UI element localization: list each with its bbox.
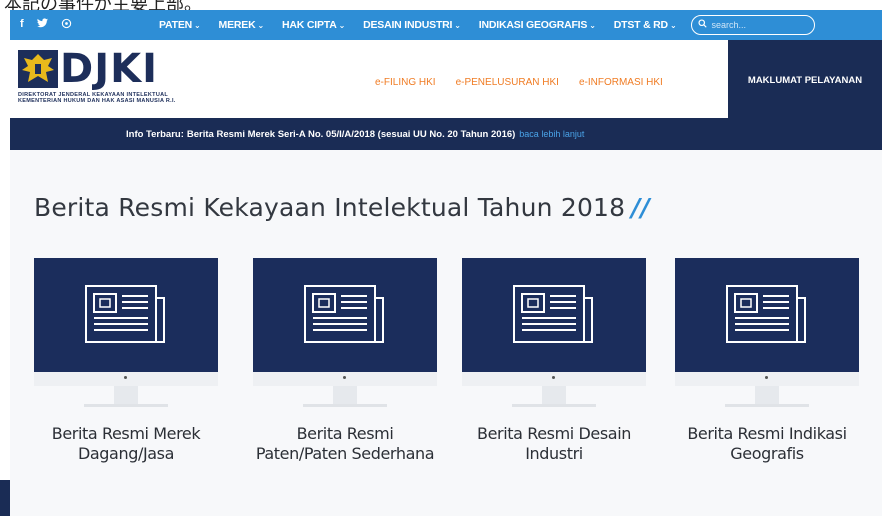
menu-label: DESAIN INDUSTRI [363,19,453,31]
monitor-screen [675,258,859,372]
logo-mark: DJKI [18,46,176,92]
menu-item-paten[interactable]: PATEN ⌄ [150,19,210,31]
newspaper-icon [726,285,806,343]
newspaper-icon [513,285,593,343]
menu-label: HAK CIPTA [281,19,337,31]
card-label-line1: Berita Resmi Desain [477,424,631,443]
eservice-links: e-FILING HKI e-PENELUSURAN HKI e-INFORMA… [375,77,663,88]
card-paten[interactable]: Berita Resmi Paten/Paten Sederhana [253,258,437,464]
card-desain-industri[interactable]: Berita Resmi Desain Industri [462,258,646,464]
epenelusuran-link[interactable]: e-PENELUSURAN HKI [456,77,559,88]
chevron-down-icon: ⌄ [454,21,461,30]
whatsapp-icon[interactable] [61,18,72,32]
menu-item-dtst-rd[interactable]: DTST & RD ⌄ [605,19,686,31]
main-menu: PATEN ⌄ MEREK ⌄ HAK CIPTA ⌄ DESAIN INDUSTRI… [150,19,685,31]
menu-item-hak-cipta[interactable]: HAK CIPTA ⌄ [273,19,354,31]
menu-label: DTST & RD [613,19,668,31]
menu-item-desain-industri[interactable]: DESAIN INDUSTRI ⌄ [354,19,470,31]
info-label: Info Terbaru: [126,128,184,140]
card-label-line1: Berita Resmi Merek [51,424,201,443]
page-title-text: Berita Resmi Kekayaan Intelektual Tahun … [34,193,626,222]
main-content: Berita Resmi Kekayaan Intelektual Tahun … [10,150,882,516]
top-navigation-bar: f PATEN ⌄ MEREK ⌄ HAK CIPTA ⌄ DESAIN INDUST… [10,10,882,40]
facebook-icon[interactable]: f [20,18,24,32]
twitter-icon[interactable] [36,18,48,32]
top-caption-clip: 本記の事件が主要上部。 [0,0,882,10]
chevron-down-icon: ⌄ [669,21,677,30]
card-merek[interactable]: Berita Resmi Merek Dagang/Jasa [34,258,218,464]
card-label-line2: Geografis [730,444,804,463]
monitor-base [84,404,168,407]
monitor-base [725,404,809,407]
monitor-bezel [675,372,859,386]
monitor-bezel [462,372,646,386]
logo-wordmark: DJKI [60,46,158,92]
card-label-line2: Industri [525,444,583,463]
info-text: Berita Resmi Merek Seri-A No. 05/I/A/201… [186,128,516,140]
garuda-emblem-icon [18,50,58,88]
menu-label: PATEN [159,19,193,31]
top-caption-text: 本記の事件が主要上部。 [4,0,202,10]
menu-item-merek[interactable]: MEREK ⌄ [210,19,273,31]
chevron-down-icon: ⌄ [194,21,201,30]
card-label-line1: Berita Resmi [296,424,394,443]
chevron-down-icon: ⌄ [589,21,596,30]
card-indikasi-geografis[interactable]: Berita Resmi Indikasi Geografis [675,258,859,464]
menu-item-indikasi-geografis[interactable]: INDIKASI GEOGRAFIS ⌄ [470,19,605,31]
social-links: f [10,18,150,32]
djki-logo[interactable]: DJKI DIREKTORAT JENDERAL KEKAYAAN INTELE… [18,46,176,104]
maklumat-pelayanan-button[interactable]: MAKLUMAT PELAYANAN [728,40,882,120]
read-more-link[interactable]: baca lebih lanjut [519,129,584,139]
power-dot [343,376,346,379]
power-dot [765,376,768,379]
site-header: DJKI DIREKTORAT JENDERAL KEKAYAAN INTELE… [10,40,882,120]
power-dot [124,376,127,379]
monitor-base [303,404,387,407]
chevron-down-icon: ⌄ [257,21,264,30]
monitor-screen [462,258,646,372]
search-icon [698,19,708,31]
card-label[interactable]: Berita Resmi Desain Industri [444,424,664,464]
menu-label: MEREK [218,19,256,31]
card-label[interactable]: Berita Resmi Indikasi Geografis [657,424,877,464]
monitor-screen [253,258,437,372]
info-terbaru-bar: Info Terbaru: Berita Resmi Merek Seri-A … [10,118,882,150]
power-dot [552,376,555,379]
menu-label: INDIKASI GEOGRAFIS [478,19,588,31]
chevron-down-icon: ⌄ [338,21,346,30]
title-slash-decoration: // [631,193,650,222]
monitor-screen [34,258,218,372]
card-label-line2: Paten/Paten Sederhana [255,444,435,463]
card-label[interactable]: Berita Resmi Paten/Paten Sederhana [235,424,455,464]
monitor-base [512,404,596,407]
maklumat-label: MAKLUMAT PELAYANAN [747,74,863,86]
monitor-stand [114,386,138,404]
newspaper-icon [85,285,165,343]
left-accent-bar [0,480,10,516]
search-input[interactable] [711,20,802,30]
monitor-stand [333,386,357,404]
card-label-line2: Dagang/Jasa [77,444,175,463]
card-label-line1: Berita Resmi Indikasi [687,424,847,443]
einformasi-link[interactable]: e-INFORMASI HKI [579,77,663,88]
efiling-link[interactable]: e-FILING HKI [375,77,436,88]
card-label[interactable]: Berita Resmi Merek Dagang/Jasa [16,424,236,464]
search-box[interactable] [691,15,816,35]
monitor-stand [755,386,779,404]
monitor-bezel [253,372,437,386]
logo-subtitle-2: KEMENTERIAN HUKUM DAN HAK ASASI MANUSIA … [18,98,176,104]
page-title: Berita Resmi Kekayaan Intelektual Tahun … [34,193,650,222]
monitor-stand [542,386,566,404]
monitor-bezel [34,372,218,386]
newspaper-icon [304,285,384,343]
